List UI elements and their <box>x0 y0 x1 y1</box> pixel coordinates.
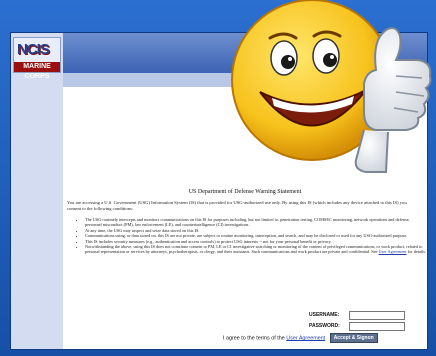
user-agreement-link[interactable]: User Agreement <box>286 335 325 341</box>
warning-bullets: The USG routinely intercepts and monitor… <box>79 217 427 255</box>
warning-intro: You are accessing a U.S. Government (USG… <box>67 200 407 211</box>
accept-signon-button[interactable]: Accept & Signon <box>329 333 378 343</box>
agree-text: I agree to the terms of the <box>223 335 285 342</box>
username-label: USERNAME: <box>309 312 340 318</box>
smiley-thumbs-up-icon <box>231 0 432 173</box>
password-label: PASSWORD: <box>309 323 340 329</box>
ncis-logo: NCIS MARINE CORPS <box>13 37 61 80</box>
agreement-row: I agree to the terms of the User Agreeme… <box>223 333 378 343</box>
password-row: PASSWORD: <box>269 322 419 331</box>
logo-band: MARINE CORPS <box>14 62 60 80</box>
password-input[interactable] <box>349 322 405 331</box>
username-input[interactable] <box>349 311 405 320</box>
username-row: USERNAME: <box>269 311 419 320</box>
warning-bullet: Communications using, or data stored on,… <box>85 233 427 238</box>
warning-bullet-last: Notwithstanding the above, using this IS… <box>85 244 427 255</box>
user-agreement-link-inline[interactable]: User Agreement <box>379 249 407 254</box>
sidebar: NCIS MARINE CORPS <box>11 33 63 349</box>
logo-mark: NCIS <box>17 41 50 58</box>
warning-bullet: The USG routinely intercepts and monitor… <box>85 217 427 228</box>
warning-bullet-suffix: for details. <box>407 249 427 255</box>
warning-title: US Department of Defense Warning Stateme… <box>188 189 302 195</box>
warning-bullet-text: Notwithstanding the above, using this IS… <box>85 244 423 255</box>
